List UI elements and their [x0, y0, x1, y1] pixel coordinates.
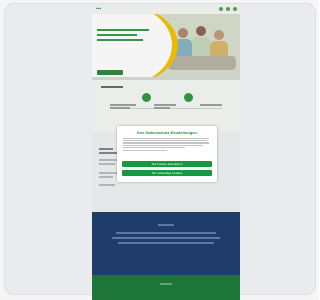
steps-heading — [101, 86, 123, 88]
step-dot-1 — [142, 93, 151, 102]
section-heading — [99, 148, 113, 150]
steps-section — [92, 80, 240, 132]
top-bar: ▪▪▪ — [92, 5, 240, 14]
step-label-2 — [154, 104, 176, 106]
cookie-consent-dialog: Ihre Datenschutz-Einstellungen Alle Cook… — [117, 126, 217, 182]
top-icons — [219, 7, 237, 11]
menu-icon[interactable] — [233, 7, 237, 11]
info-banner — [92, 212, 240, 275]
search-icon[interactable] — [219, 7, 223, 11]
step-label-3 — [200, 104, 222, 106]
hero-arc-shape — [92, 14, 178, 77]
user-icon[interactable] — [226, 7, 230, 11]
accept-all-cookies-button[interactable]: Alle Cookies akzeptieren — [122, 161, 212, 167]
hero-title — [97, 27, 155, 44]
hero-banner — [92, 14, 240, 77]
hero-cta-button[interactable] — [97, 70, 123, 75]
footer — [92, 275, 240, 300]
step-dot-2 — [184, 93, 193, 102]
necessary-cookies-only-button[interactable]: Nur notwendige Cookies — [122, 170, 212, 176]
dialog-body — [123, 137, 211, 155]
info-banner-text — [116, 232, 216, 234]
dialog-title: Ihre Datenschutz-Einstellungen — [137, 130, 197, 135]
step-label-1 — [110, 104, 136, 106]
logo: ▪▪▪ — [96, 6, 102, 12]
info-banner-heading — [158, 224, 174, 226]
